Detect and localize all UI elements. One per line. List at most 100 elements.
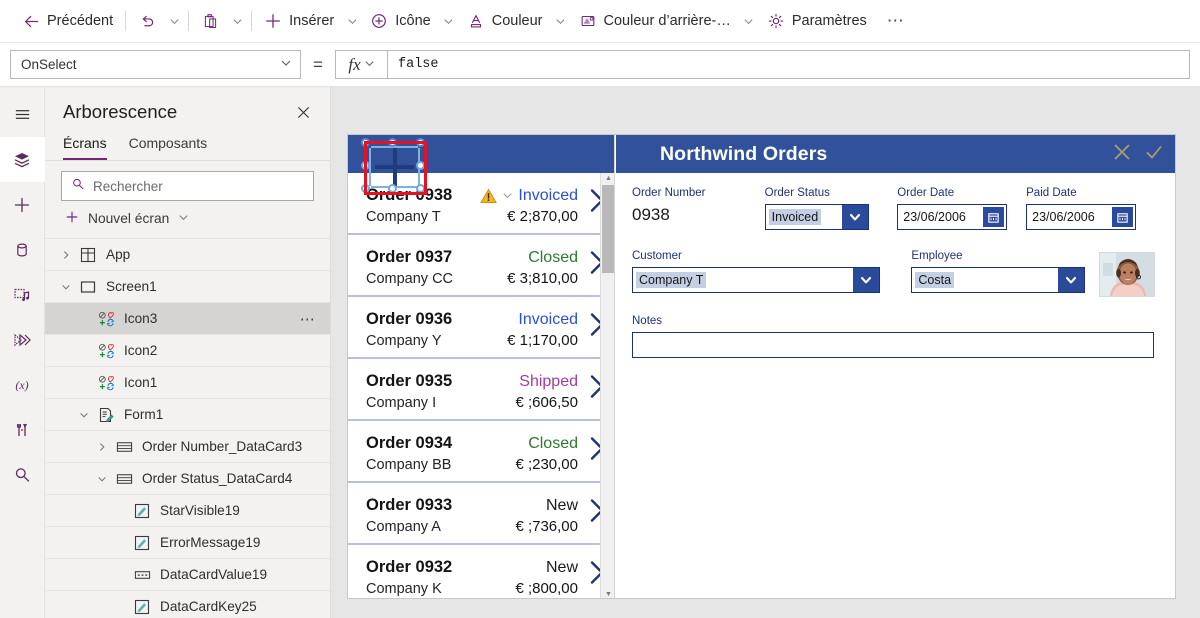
customer-label: Customer: [632, 250, 682, 262]
color-button[interactable]: Couleur: [459, 4, 551, 38]
calendar-icon[interactable]: [1112, 207, 1134, 227]
new-screen-button[interactable]: Nouvel écran: [45, 201, 330, 238]
tab-composants[interactable]: Composants: [129, 131, 208, 160]
gallery-item[interactable]: Order 0932 New Company K € ;800,00: [348, 545, 614, 598]
power-automate-icon[interactable]: [0, 317, 45, 362]
chevron-down-icon[interactable]: [73, 410, 95, 420]
undo-button[interactable]: [130, 4, 164, 38]
plus-icon: [65, 210, 79, 227]
undo-dropdown-chevron[interactable]: [164, 6, 184, 36]
calendar-icon[interactable]: [983, 207, 1005, 227]
notes-input[interactable]: [632, 332, 1154, 358]
gallery-item[interactable]: Order 0937 Closed Company CC € 3;810,00: [348, 235, 614, 297]
warning-icon[interactable]: [480, 188, 498, 204]
search-icon: [71, 177, 85, 196]
tree-node-form1[interactable]: Form1: [45, 399, 330, 431]
orders-gallery[interactable]: Order 0938 Invoiced Company T € 2;870,00 Ord…: [348, 135, 615, 598]
tree-view-icon[interactable]: [0, 137, 45, 182]
tree-node-order-number-datacard3[interactable]: Order Number_DataCard3: [45, 431, 330, 463]
search-input[interactable]: Rechercher: [61, 171, 314, 201]
hamburger-icon[interactable]: [0, 92, 45, 137]
tree-node-label: Form1: [124, 407, 164, 422]
background-color-dropdown-chevron[interactable]: [739, 6, 759, 36]
property-select[interactable]: OnSelect: [10, 50, 301, 79]
gallery-item[interactable]: Order 0933 New Company A € ;736,00: [348, 483, 614, 545]
scrollbar-thumb[interactable]: [602, 185, 614, 273]
tree-node-icon3[interactable]: Icon3 ⋯: [45, 303, 330, 335]
tree-node-order-status-datacard4[interactable]: Order Status_DataCard4: [45, 463, 330, 495]
gallery-item[interactable]: Order 0935 Shipped Company I € ;606,50: [348, 359, 614, 421]
scroll-up-icon[interactable]: ▲: [605, 175, 612, 182]
divider: [188, 11, 190, 31]
formula-bar: OnSelect = fx false: [0, 43, 1200, 87]
customer-dropdown[interactable]: Company T: [632, 267, 880, 293]
chevron-down-icon[interactable]: [501, 189, 514, 202]
tree-node-icon1[interactable]: Icon1: [45, 367, 330, 399]
tree-node-datacardvalue19[interactable]: DataCardValue19: [45, 559, 330, 591]
order-status-dropdown[interactable]: Invoiced: [764, 204, 869, 230]
search-icon[interactable]: [0, 452, 45, 497]
tree-node-screen1[interactable]: Screen1: [45, 271, 330, 303]
settings-button[interactable]: Paramètres: [759, 4, 875, 38]
command-bar: Précédent Insérer Icône Couleur Couleur …: [0, 0, 1200, 43]
fx-button[interactable]: fx: [335, 50, 387, 79]
tree-node-label: StarVisible19: [160, 503, 240, 518]
tree-node-label: Order Number_DataCard3: [142, 439, 303, 454]
scroll-down-icon[interactable]: ▼: [605, 591, 612, 598]
employee-value: Costa: [915, 272, 955, 288]
screen-icon: [77, 279, 99, 295]
order-date-picker[interactable]: 23/06/2006: [897, 204, 1008, 230]
background-color-button[interactable]: Couleur d’arrière-…: [571, 4, 739, 38]
employee-label: Employee: [911, 250, 963, 262]
order-amount-text: € ;606,50: [515, 394, 578, 411]
paste-button[interactable]: [193, 4, 227, 38]
chevron-down-icon[interactable]: [1058, 268, 1085, 292]
insert-icon[interactable]: [0, 182, 45, 227]
order-date-value: 23/06/2006: [903, 210, 966, 224]
paste-dropdown-chevron[interactable]: [227, 6, 247, 36]
paid-date-picker[interactable]: 23/06/2006: [1026, 204, 1137, 230]
form-row-1: Order Number 0938 Order Status Invoiced: [632, 187, 1155, 230]
media-icon[interactable]: [0, 272, 45, 317]
order-number-text: Order 0935: [366, 372, 453, 390]
plus-icon: [264, 12, 282, 30]
chevron-down-icon[interactable]: [841, 205, 868, 229]
chevron-right-icon[interactable]: [55, 250, 77, 260]
tree-node-icon2[interactable]: Icon2: [45, 335, 330, 367]
confirm-icon[interactable]: [1143, 141, 1165, 168]
order-amount-text: € 1;170,00: [507, 332, 578, 349]
order-amount-text: € 2;870,00: [507, 208, 578, 225]
variables-icon[interactable]: (x): [0, 362, 45, 407]
color-dropdown-chevron[interactable]: [551, 6, 571, 36]
chevron-down-icon[interactable]: [55, 282, 77, 292]
tree-node-starvisible19[interactable]: StarVisible19: [45, 495, 330, 527]
chevron-right-icon[interactable]: [91, 442, 113, 452]
chevron-down-icon[interactable]: [91, 474, 113, 484]
cancel-icon[interactable]: [1111, 141, 1133, 168]
gallery-scrollbar[interactable]: ▲ ▼: [600, 173, 614, 598]
tree-node-errormessage19[interactable]: ErrorMessage19: [45, 527, 330, 559]
back-button[interactable]: Précédent: [14, 4, 121, 38]
status-badge: Invoiced: [518, 311, 578, 328]
tree-node-app[interactable]: App: [45, 239, 330, 271]
icon-label: Icône: [395, 13, 431, 29]
tools-icon[interactable]: [0, 407, 45, 452]
data-icon[interactable]: [0, 227, 45, 272]
gallery-item[interactable]: Order 0936 Invoiced Company Y € 1;170,00: [348, 297, 614, 359]
gallery-item[interactable]: Order 0934 Closed Company BB € ;230,00: [348, 421, 614, 483]
icon-dropdown-chevron[interactable]: [439, 6, 459, 36]
insert-button[interactable]: Insérer: [256, 4, 342, 38]
tab-ecrans[interactable]: Écrans: [63, 131, 107, 160]
insert-dropdown-chevron[interactable]: [342, 6, 362, 36]
formula-input[interactable]: false: [387, 50, 1190, 79]
tree-node-context-menu-button[interactable]: ⋯: [300, 310, 316, 328]
fx-label: fx: [348, 54, 361, 74]
chevron-down-icon[interactable]: [853, 268, 879, 292]
paid-date-label: Paid Date: [1026, 187, 1077, 199]
overflow-menu-button[interactable]: ⋯: [881, 6, 911, 36]
icon-button[interactable]: Icône: [362, 4, 438, 38]
dropdown-icon: [131, 567, 153, 583]
tree-node-datacardkey25[interactable]: DataCardKey25: [45, 591, 330, 618]
employee-dropdown[interactable]: Costa: [911, 267, 1086, 293]
close-icon[interactable]: [292, 101, 314, 123]
